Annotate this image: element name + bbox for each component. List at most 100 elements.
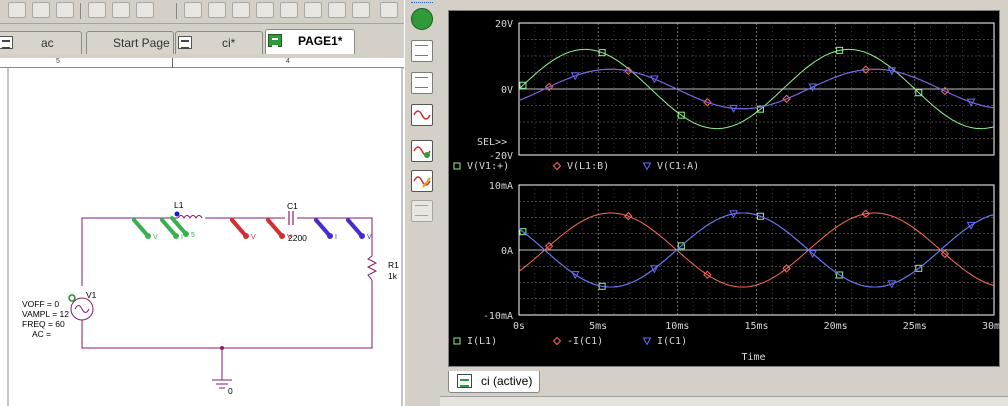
tab-start-page[interactable]: Start Page (86, 31, 174, 54)
wire[interactable] (81, 217, 178, 286)
tab-ci-active[interactable]: ci (active) (448, 371, 540, 393)
tab-ci[interactable]: ci* (175, 31, 263, 54)
probe-tip (183, 231, 189, 237)
sel-marker: SEL>> (477, 137, 507, 148)
view-netlist-icon[interactable] (411, 72, 433, 94)
x-tick-label: 25ms (903, 321, 927, 332)
y-tick-label: 20V (495, 19, 513, 30)
probe-label: V (251, 234, 256, 241)
legend-marker (552, 161, 562, 171)
run-simulation-icon[interactable] (411, 8, 433, 30)
schematic-canvas[interactable]: 5 4 L1 C1 2200 R1 1k V1 VOFF = 0 VAMPL =… (0, 58, 404, 406)
legend-marker (642, 337, 652, 346)
y-tick-label: 0A (501, 246, 513, 257)
legend-marker (552, 336, 562, 346)
probe-markers: V I 5 V V I V (132, 216, 372, 241)
toolbar-part-icon[interactable] (32, 2, 50, 18)
probe-pen-icon (346, 218, 364, 238)
probe-label: V (287, 234, 292, 241)
resistor-r1[interactable] (366, 255, 378, 281)
legend-label: I(C1) (657, 336, 687, 347)
view-waveform-icon[interactable] (411, 104, 433, 126)
l1-label: L1 (174, 200, 184, 210)
app-window: ac Start Page ci* PAGE1* 5 4 L1 C1 2200 … (0, 0, 1008, 406)
x-tick-label: 0s (513, 321, 525, 332)
toolbar-ground-icon[interactable] (208, 2, 226, 18)
probe-tip (359, 233, 365, 239)
v1-label: V1 (86, 290, 97, 300)
toolbar-offpage-icon[interactable] (232, 2, 250, 18)
toolbar-ellipse-icon[interactable] (380, 2, 398, 18)
view-output-file-icon[interactable] (411, 40, 433, 62)
x-tick-label: 15ms (744, 321, 768, 332)
toolbar-netalias-icon[interactable] (136, 2, 154, 18)
schematic-page-icon (0, 36, 13, 49)
toolbar-grip[interactable] (411, 2, 433, 5)
probe-pen-icon (314, 218, 332, 238)
v1-pin-marker (68, 294, 76, 302)
toolbar-separator (176, 3, 177, 19)
toolbar-junction-icon[interactable] (112, 2, 130, 18)
probe-side-toolbar (404, 0, 436, 406)
probe-marker[interactable]: I (160, 218, 183, 241)
waveform-plot: SEL>>20V0V-20VV(V1:+) V(L1:B) V(C1:A)10mA0… (453, 19, 1001, 363)
horizontal-scrollbar[interactable] (440, 396, 1008, 406)
edit-trace-icon[interactable] (411, 170, 433, 192)
toolbar-power-icon[interactable] (184, 2, 202, 18)
probe-pen-icon (132, 218, 150, 238)
toolbar-port-icon[interactable] (256, 2, 274, 18)
legend-label: I(L1) (467, 336, 497, 347)
v1-voff: VOFF = 0 (22, 299, 59, 309)
probe-pen-icon (266, 218, 284, 238)
add-trace-icon[interactable] (411, 140, 433, 162)
plot-area[interactable]: SEL>> 20V 0V -20V V(V1:+) V(L1:B) V(C1:A) 10mA 0… (448, 10, 1001, 367)
ground-label: 0 (228, 386, 233, 396)
legend-label: V(L1:B) (567, 161, 609, 172)
schematic-page-icon (268, 34, 282, 47)
schematic-drawing: L1 C1 2200 R1 1k V1 VOFF = 0 VAMPL = 12 … (7, 68, 403, 406)
junction-dot (220, 346, 224, 350)
probe-marker[interactable]: V (230, 218, 256, 241)
toolbar-line-icon[interactable] (328, 2, 346, 18)
probe-marker[interactable]: I (314, 218, 337, 241)
toolbar-wire-icon[interactable] (56, 2, 74, 18)
x-tick-label: 5ms (589, 321, 607, 332)
x-tick-label: 30ms (982, 321, 1001, 332)
probe-pen-icon (230, 218, 248, 238)
properties-icon[interactable] (411, 200, 433, 222)
wire[interactable] (81, 280, 373, 349)
l1-pin-dot (174, 211, 180, 217)
legend-label: V(C1:A) (657, 161, 699, 172)
legend-label: V(V1:+) (467, 161, 509, 172)
toolbar-bus-icon[interactable] (88, 2, 106, 18)
toolbar-text-icon[interactable] (304, 2, 322, 18)
y-tick-label: -10mA (483, 311, 513, 322)
probe-tip (279, 233, 285, 239)
legend-label: -I(C1) (567, 336, 603, 347)
schematic-tabstrip: ac Start Page ci* PAGE1* (0, 28, 404, 56)
inductor-l1[interactable] (177, 215, 203, 219)
probe-tip (173, 233, 179, 239)
y-tick-label: 10mA (489, 181, 513, 192)
v1-vampl: VAMPL = 12 (22, 309, 69, 319)
probe-label: V (367, 234, 372, 241)
x-tick-label: 10ms (665, 321, 689, 332)
legend-marker (642, 162, 652, 171)
probe-label: I (181, 234, 183, 241)
tab-label: ac (41, 36, 54, 50)
tab-label: Start Page (113, 36, 170, 50)
tab-ac[interactable]: ac (0, 31, 82, 54)
toolbar-pin-icon[interactable] (280, 2, 298, 18)
r1-label: R1 (388, 260, 399, 270)
waveform-file-icon (457, 374, 472, 388)
toolbar-separator (80, 3, 81, 19)
toolbar-capture-icon[interactable] (8, 2, 26, 18)
probe-tip (327, 233, 333, 239)
v1-freq: FREQ = 60 (22, 319, 65, 329)
v1-ac: AC = (32, 329, 51, 339)
probe-marker[interactable]: V (132, 218, 158, 241)
probe-label: V (153, 234, 158, 241)
toolbar-rect-icon[interactable] (352, 2, 370, 18)
tab-page1[interactable]: PAGE1* (265, 29, 355, 54)
probe-marker[interactable]: V (346, 218, 372, 241)
